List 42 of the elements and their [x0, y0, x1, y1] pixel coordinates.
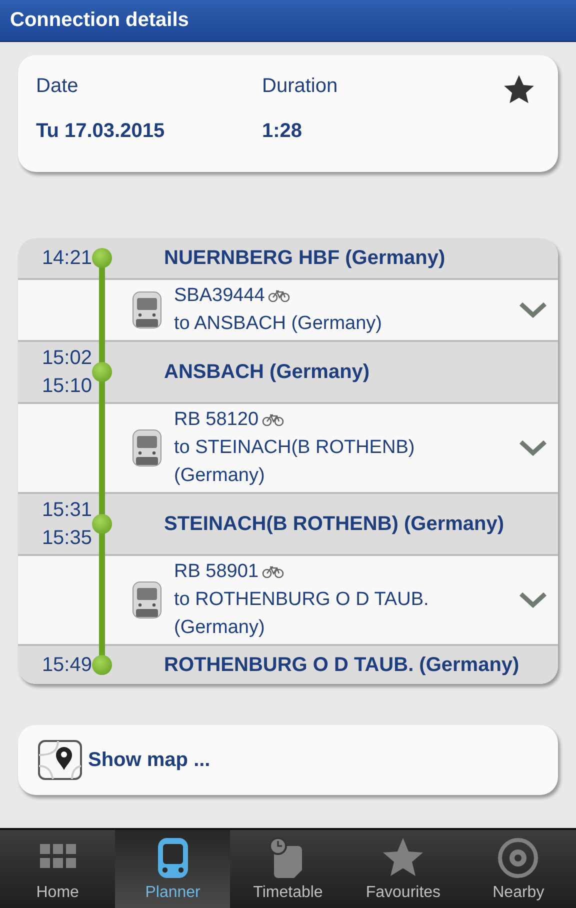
stop-time: 15:35 [42, 526, 92, 551]
stop-dot [92, 655, 112, 675]
train-icon [132, 429, 162, 467]
show-map-button[interactable]: Show map ... [18, 725, 558, 795]
stop-dot [92, 362, 112, 382]
nav-tab[interactable]: Favourites [346, 830, 461, 908]
train-number: RB 58901 [174, 560, 259, 584]
stop-name: STEINACH(B ROTHENB) (Germany) [163, 512, 504, 536]
screen-title: Connection details [10, 9, 189, 32]
nav-tab[interactable]: Home [0, 830, 116, 908]
train-icon [132, 291, 162, 329]
nav-tab[interactable]: Nearby [460, 830, 576, 908]
train-destination: to ANSBACH (Germany) [174, 312, 383, 336]
stop-time: 15:31 [42, 498, 92, 523]
train-icon [132, 581, 162, 619]
train-leg-row[interactable]: SBA39444 to ANSBACH (Germany) [18, 278, 558, 340]
train-destination: to ROTHENBURG O D TAUB. (Germany) [174, 588, 430, 640]
train-number: RB 58120 [174, 408, 259, 432]
train-leg-row[interactable]: RB 58120 to STEINACH(B ROTHENB) (Germany) [18, 402, 558, 492]
map-pin-icon [38, 740, 82, 780]
train-destination: to STEINACH(B ROTHENB) (Germany) [174, 436, 416, 488]
stop-time: 15:02 [42, 346, 92, 371]
stop-name: NUERNBERG HBF (Germany) [163, 246, 446, 270]
chevron-icon[interactable] [518, 301, 548, 319]
stop-dot [92, 514, 112, 534]
stop-name: ANSBACH (Germany) [163, 360, 370, 384]
nav-tab[interactable]: Planner [115, 830, 230, 908]
stop-time: 15:49 [42, 653, 92, 678]
train-leg-row[interactable]: RB 58901 to ROTHENBURG O D TAUB. (Germany) [18, 554, 558, 644]
stop-name: ROTHENBURG O D TAUB. (Germany) [163, 654, 520, 676]
duration-label: Duration [262, 75, 339, 98]
stop-dot [92, 248, 112, 268]
stop-time: 14:21 [42, 246, 92, 271]
stop-time: 15:10 [42, 374, 92, 399]
chevron-icon[interactable] [518, 439, 548, 457]
date-value: Tu 17.03.2015 [36, 120, 166, 143]
train-number: SBA39444 [174, 284, 265, 308]
nav-tab[interactable]: Timetable [230, 830, 346, 908]
date-label: Date [36, 75, 80, 98]
duration-value: 1:28 [262, 120, 304, 143]
chevron-icon[interactable] [518, 591, 548, 609]
target-icon [496, 836, 540, 880]
